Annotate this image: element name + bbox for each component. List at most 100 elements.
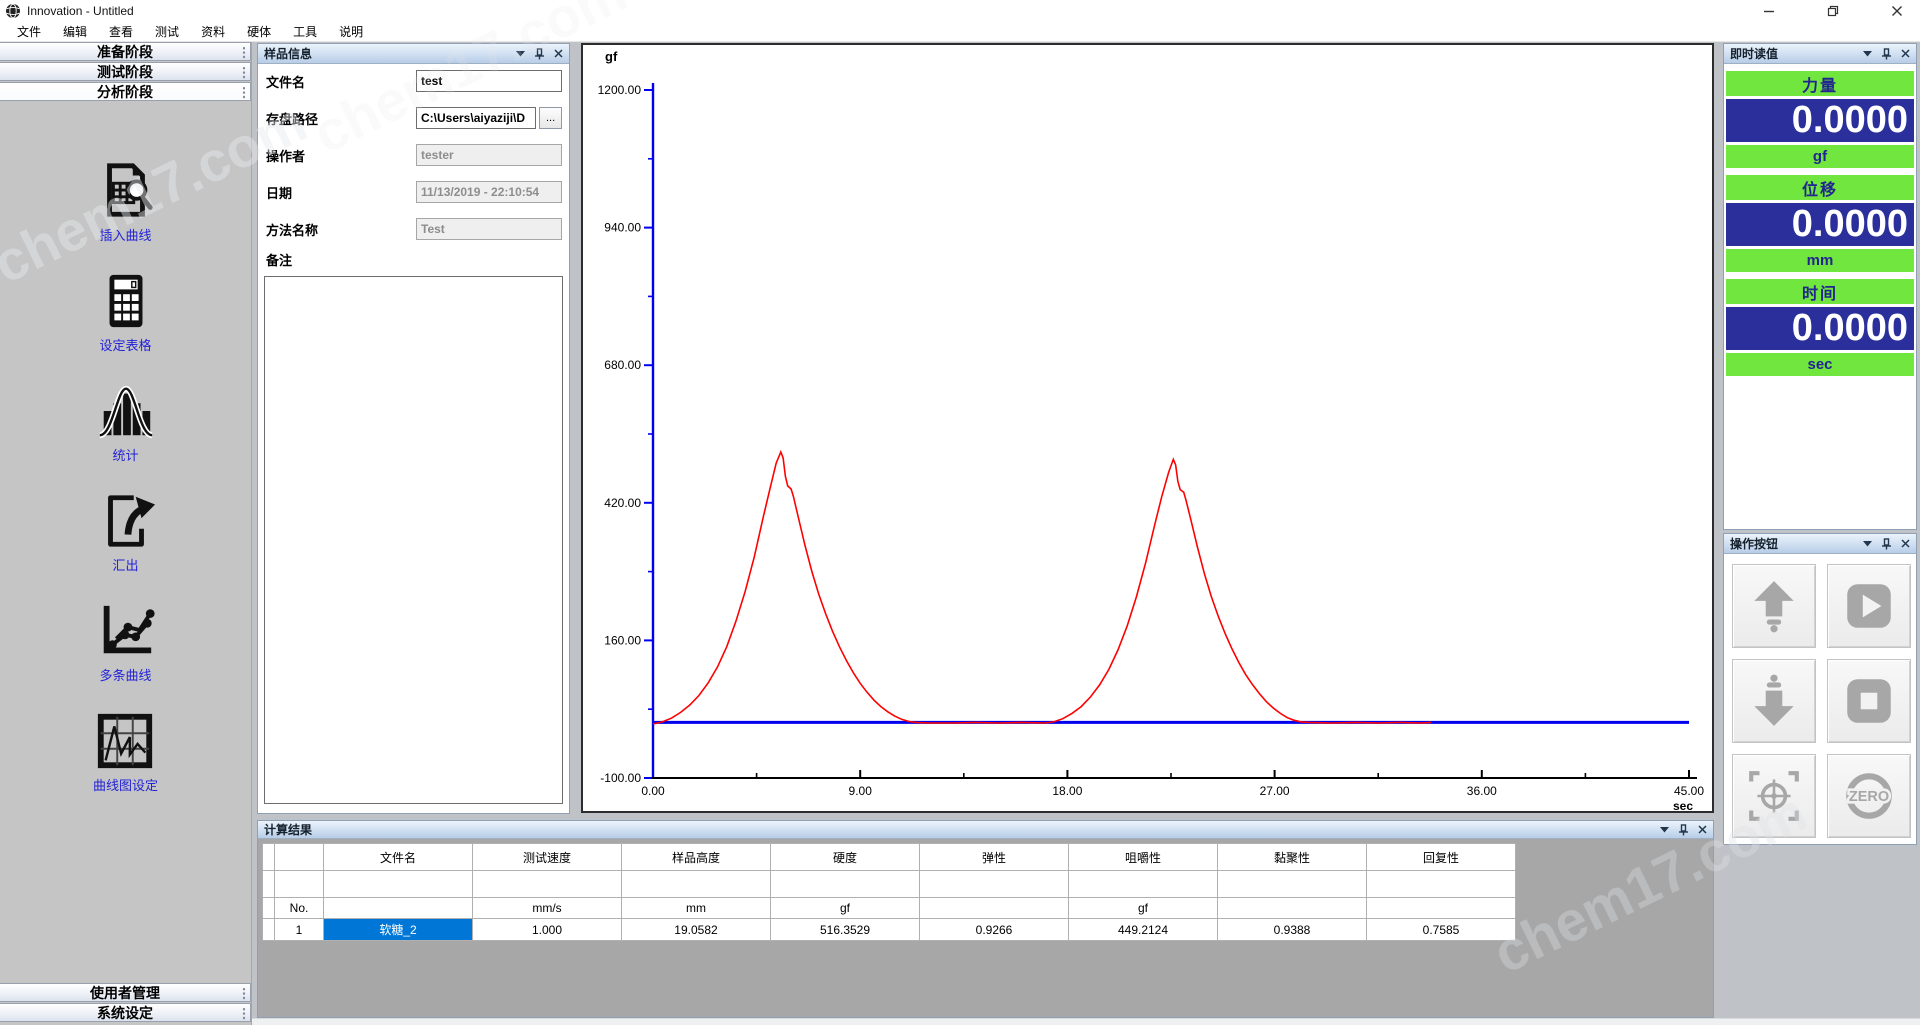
displacement-name-label: 位移 — [1726, 175, 1914, 200]
blank-cell — [1218, 871, 1367, 898]
stage-label: 分析阶段 — [97, 82, 153, 102]
grip-dots-icon — [242, 86, 246, 99]
tool-label: 曲线图设定 — [93, 775, 158, 794]
minimize-button[interactable] — [1762, 4, 1776, 18]
y-tick-label: -100.00 — [600, 771, 641, 785]
tool-insert-curve[interactable]: 插入曲线 — [95, 160, 157, 270]
pin-icon[interactable] — [534, 48, 545, 60]
sidebar-item-prepare-stage[interactable]: 准备阶段 — [0, 42, 251, 61]
title-bar: Innovation - Untitled — [0, 0, 1920, 22]
status-strip — [252, 1018, 1920, 1025]
tool-chart-settings[interactable]: 曲线图设定 — [93, 710, 158, 820]
data-cell[interactable]: 0.9388 — [1218, 919, 1367, 941]
operator-row: 操作者 — [266, 144, 562, 166]
unit-cell — [324, 898, 473, 919]
probe-up-button[interactable] — [1732, 564, 1816, 648]
x-tick-label: 36.00 — [1467, 784, 1497, 798]
window-controls — [1762, 4, 1920, 18]
menu-view[interactable]: 查看 — [98, 23, 144, 40]
data-cell[interactable]: 516.3529 — [771, 919, 920, 941]
force-unit-label: gf — [1726, 145, 1914, 168]
pin-icon[interactable] — [1678, 824, 1689, 836]
sidebar-item-user-management[interactable]: 使用者管理 — [0, 983, 251, 1002]
tool-export[interactable]: 汇出 — [95, 490, 157, 600]
pin-icon[interactable] — [1881, 48, 1892, 60]
save-path-input[interactable] — [416, 107, 536, 129]
play-icon — [1840, 577, 1898, 635]
menu-test[interactable]: 测试 — [144, 23, 190, 40]
menu-hardware[interactable]: 硬体 — [236, 23, 282, 40]
chevron-down-icon[interactable] — [1863, 51, 1872, 57]
action-buttons-header: 操作按钮 — [1724, 534, 1916, 554]
tool-multi-curve[interactable]: 多条曲线 — [95, 600, 157, 710]
remark-label: 备注 — [266, 250, 292, 269]
remark-textarea[interactable] — [264, 276, 563, 804]
close-icon[interactable] — [1901, 49, 1910, 58]
target-position-button[interactable] — [1732, 754, 1816, 838]
data-cell[interactable]: 0.9266 — [920, 919, 1069, 941]
no-label-cell: No. — [275, 898, 324, 919]
menu-file[interactable]: 文件 — [6, 23, 52, 40]
tool-label: 设定表格 — [99, 335, 151, 354]
pin-icon[interactable] — [1881, 538, 1892, 550]
stop-icon — [1840, 672, 1898, 730]
blank-cell — [324, 871, 473, 898]
chart-settings-icon — [94, 710, 156, 772]
row-number-cell[interactable]: 1 — [275, 919, 324, 941]
data-cell[interactable]: 1.000 — [473, 919, 622, 941]
data-cell[interactable]: 19.0582 — [622, 919, 771, 941]
panel-title: 样品信息 — [264, 45, 312, 62]
close-icon[interactable] — [1901, 539, 1910, 548]
tool-statistics[interactable]: 统计 — [95, 380, 157, 490]
chevron-down-icon[interactable] — [516, 51, 525, 57]
sidebar-item-system-settings[interactable]: 系统设定 — [0, 1003, 251, 1022]
window-title: Innovation - Untitled — [27, 4, 134, 18]
force-value: 0.0000 — [1726, 99, 1914, 142]
export-icon — [95, 490, 157, 552]
x-axis-unit-label: sec — [1673, 799, 1693, 811]
panel-title: 即时读值 — [1730, 45, 1778, 62]
run-button[interactable] — [1827, 564, 1911, 648]
displacement-unit-label: mm — [1726, 249, 1914, 272]
data-cell[interactable]: 0.7585 — [1367, 919, 1516, 941]
no-column-header — [275, 844, 324, 871]
y-tick-label: 160.00 — [604, 633, 641, 647]
row-selector-cell[interactable] — [263, 919, 275, 941]
filename-input[interactable] — [416, 70, 562, 92]
menu-tools[interactable]: 工具 — [282, 23, 328, 40]
stop-button[interactable] — [1827, 659, 1911, 743]
menu-help[interactable]: 说明 — [328, 23, 374, 40]
sidebar-item-analysis-stage[interactable]: 分析阶段 — [0, 82, 251, 101]
filename-label: 文件名 — [266, 72, 416, 91]
zero-button[interactable]: ZERO — [1827, 754, 1911, 838]
method-name-input — [416, 218, 562, 240]
y-tick-label: 940.00 — [604, 221, 641, 235]
blank-cell — [1069, 871, 1218, 898]
data-cell[interactable]: 449.2124 — [1069, 919, 1218, 941]
sidebar-item-test-stage[interactable]: 测试阶段 — [0, 62, 251, 81]
save-path-label: 存盘路径 — [266, 109, 416, 128]
chevron-down-icon[interactable] — [1863, 541, 1872, 547]
close-icon[interactable] — [554, 49, 563, 58]
menu-data[interactable]: 资料 — [190, 23, 236, 40]
probe-down-button[interactable] — [1732, 659, 1816, 743]
results-table: 文件名测试速度样品高度硬度弹性咀嚼性黏聚性回复性No.mm/smmgfgf1软糖… — [262, 843, 1516, 941]
chevron-down-icon[interactable] — [1660, 827, 1669, 833]
data-cell[interactable]: 软糖_2 — [324, 919, 473, 941]
browse-button[interactable]: ... — [539, 107, 562, 129]
menu-edit[interactable]: 编辑 — [52, 23, 98, 40]
stage-label: 系统设定 — [97, 1003, 153, 1023]
close-icon[interactable] — [1698, 825, 1707, 834]
app-icon — [5, 3, 21, 19]
tool-label: 多条曲线 — [99, 665, 151, 684]
restore-button[interactable] — [1826, 4, 1840, 18]
close-button[interactable] — [1890, 4, 1904, 18]
table-row: 1软糖_21.00019.0582516.35290.9266449.21240… — [263, 919, 1516, 941]
zero-icon: ZERO — [1840, 767, 1898, 825]
tool-table-setup[interactable]: 设定表格 — [95, 270, 157, 380]
x-tick-label: 9.00 — [849, 784, 873, 798]
tool-label: 统计 — [112, 445, 138, 464]
target-icon — [1745, 767, 1803, 825]
filename-row: 文件名 — [266, 70, 562, 92]
column-header: 测试速度 — [473, 844, 622, 871]
